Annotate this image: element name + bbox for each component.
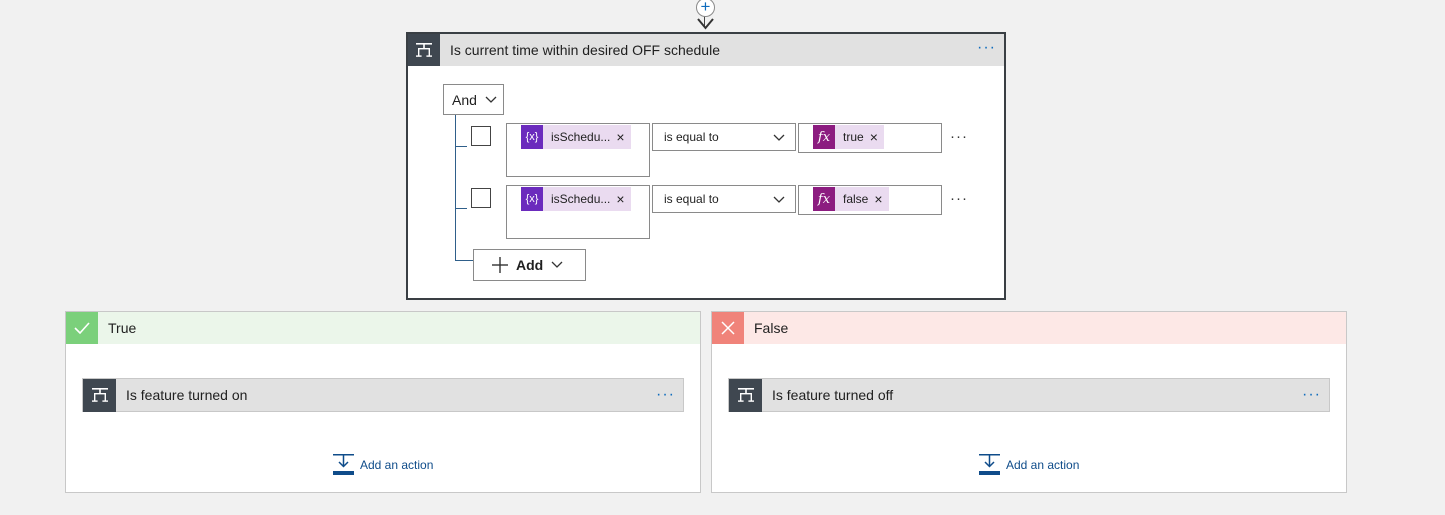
add-action-icon	[333, 454, 354, 475]
false-branch-header: False	[712, 312, 1346, 344]
action-more-menu[interactable]: ···	[1302, 387, 1321, 403]
token-label: false	[843, 192, 869, 206]
add-action-button[interactable]: Add an action	[979, 454, 1079, 475]
token-label: true	[843, 130, 864, 144]
right-operand-field[interactable]: fx false ×	[798, 185, 942, 215]
row-more-menu[interactable]: ···	[950, 190, 968, 207]
add-condition-label: Add	[516, 257, 544, 273]
chevron-down-icon	[773, 134, 785, 141]
false-branch-title: False	[754, 320, 789, 336]
chevron-down-icon	[773, 196, 785, 203]
action-card-feature-off[interactable]: Is feature turned off ···	[728, 378, 1330, 412]
true-branch: True Is feature turned on ··· Add an act…	[65, 311, 701, 493]
add-condition-button[interactable]: Add	[473, 249, 586, 281]
plus-icon	[492, 257, 508, 273]
condition-tree-branch	[455, 260, 473, 261]
false-branch: False Is feature turned off ··· Add an a…	[711, 311, 1347, 493]
add-action-label: Add an action	[360, 457, 434, 472]
right-operand-field[interactable]: fx true ×	[798, 123, 942, 153]
add-action-button[interactable]: Add an action	[333, 454, 433, 475]
true-branch-title: True	[108, 320, 137, 336]
add-action-icon	[979, 454, 1000, 475]
add-action-label: Add an action	[1006, 457, 1080, 472]
variable-icon: {x}	[521, 187, 543, 211]
condition-tree-branch	[455, 208, 467, 209]
checkmark-icon	[66, 312, 98, 344]
condition-icon	[83, 378, 116, 412]
variable-token[interactable]: {x} isSchedu... ×	[521, 125, 631, 149]
remove-token-icon[interactable]: ×	[870, 129, 884, 145]
variable-token[interactable]: {x} isSchedu... ×	[521, 187, 631, 211]
row-more-menu[interactable]: ···	[950, 128, 968, 145]
left-operand-field[interactable]: {x} isSchedu... ×	[506, 185, 650, 239]
action-title: Is feature turned on	[126, 387, 248, 403]
token-label: isSchedu...	[551, 130, 611, 144]
expression-token[interactable]: fx true ×	[813, 125, 884, 149]
insert-step-plus-icon[interactable]: +	[696, 0, 715, 17]
operator-select[interactable]: is equal to	[652, 123, 796, 151]
condition-card-header[interactable]: Is current time within desired OFF sched…	[408, 34, 1004, 66]
row-checkbox[interactable]	[471, 126, 491, 146]
arrow-down-icon	[697, 18, 714, 30]
condition-icon	[408, 34, 440, 66]
condition-more-menu[interactable]: ···	[977, 40, 996, 56]
variable-icon: {x}	[521, 125, 543, 149]
group-operator-value: And	[452, 91, 477, 108]
action-more-menu[interactable]: ···	[656, 387, 675, 403]
chevron-down-icon	[485, 96, 497, 103]
condition-tree-branch	[455, 146, 467, 147]
chevron-down-icon	[551, 261, 563, 268]
expression-icon: fx	[813, 125, 835, 149]
token-label: isSchedu...	[551, 192, 611, 206]
remove-token-icon[interactable]: ×	[616, 191, 630, 207]
true-branch-header: True	[66, 312, 700, 344]
condition-icon	[729, 378, 762, 412]
left-operand-field[interactable]: {x} isSchedu... ×	[506, 123, 650, 177]
close-icon	[712, 312, 744, 344]
group-operator-select[interactable]: And	[443, 84, 504, 115]
operator-value: is equal to	[664, 130, 719, 144]
expression-token[interactable]: fx false ×	[813, 187, 889, 211]
operator-value: is equal to	[664, 192, 719, 206]
operator-select[interactable]: is equal to	[652, 185, 796, 213]
row-checkbox[interactable]	[471, 188, 491, 208]
condition-title: Is current time within desired OFF sched…	[450, 42, 720, 58]
remove-token-icon[interactable]: ×	[874, 191, 888, 207]
remove-token-icon[interactable]: ×	[616, 129, 630, 145]
action-title: Is feature turned off	[772, 387, 894, 403]
expression-icon: fx	[813, 187, 835, 211]
condition-tree-line	[455, 115, 456, 260]
action-card-feature-on[interactable]: Is feature turned on ···	[82, 378, 684, 412]
